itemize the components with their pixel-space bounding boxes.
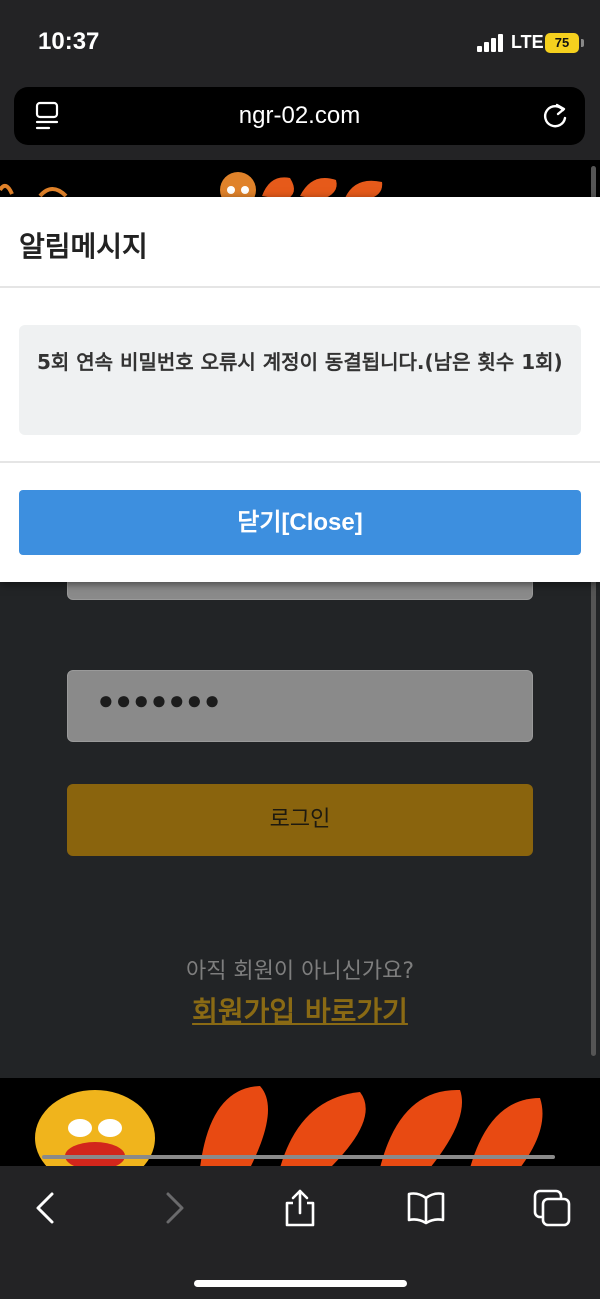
url-text: ngr-02.com (238, 102, 361, 129)
signup-link[interactable]: 회원가입 바로가기 (0, 990, 600, 1030)
not-member-text: 아직 회원이 아니신가요? (185, 959, 415, 984)
bookmarks-icon[interactable] (406, 1188, 446, 1228)
close-button[interactable]: 닫기[Close] (19, 490, 581, 555)
status-bar: 10:37 LTE 75 (0, 0, 600, 82)
login-button[interactable]: 로그인 (67, 784, 533, 856)
banner-mascot-image (35, 1086, 543, 1166)
password-input[interactable]: ●●●●●●● (67, 670, 533, 742)
modal-divider (0, 461, 600, 463)
home-indicator (194, 1280, 407, 1287)
modal-title: 알림메시지 (19, 230, 148, 263)
modal-message-box: 5회 연속 비밀번호 오류시 계정이 동결됩니다.(남은 횟수 1회) (19, 325, 581, 435)
site-logo-image (0, 172, 383, 208)
signal-icon (477, 34, 507, 52)
status-time: 10:37 (38, 28, 100, 55)
browser-url-bar: ngr-02.com (0, 82, 600, 160)
network-type: LTE (511, 32, 544, 52)
share-icon[interactable] (280, 1188, 320, 1228)
horizontal-scrollbar[interactable] (42, 1155, 555, 1159)
reload-icon[interactable] (541, 101, 569, 131)
password-value: ●●●●●●● (98, 685, 222, 715)
browser-toolbar (0, 1166, 600, 1299)
forward-icon[interactable] (154, 1188, 194, 1228)
tabs-icon[interactable] (532, 1188, 572, 1228)
battery-tip (581, 39, 584, 47)
alert-modal: 알림메시지 5회 연속 비밀번호 오류시 계정이 동결됩니다.(남은 횟수 1회… (0, 197, 600, 582)
url-field[interactable]: ngr-02.com (14, 87, 585, 145)
site-banner-bottom (0, 1078, 600, 1166)
modal-message: 5회 연속 비밀번호 오류시 계정이 동결됩니다.(남은 횟수 1회) (37, 350, 563, 374)
battery-icon: 75 (545, 33, 579, 53)
site-banner-top (0, 160, 600, 208)
back-icon[interactable] (26, 1188, 66, 1228)
modal-divider (0, 286, 600, 288)
